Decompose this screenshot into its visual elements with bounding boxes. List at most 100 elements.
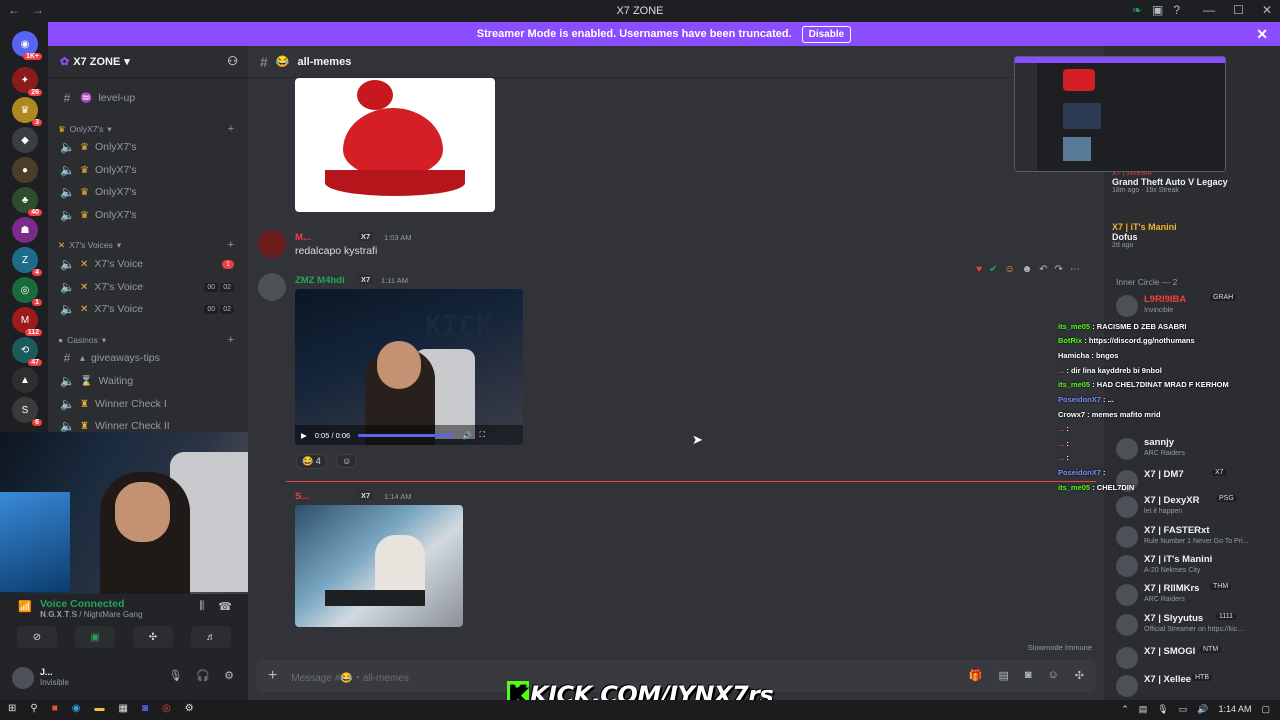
server-icon[interactable]: ✦ 26 — [12, 67, 42, 96]
voice-channel[interactable]: 🔈 ♛ OnlyX7's — [56, 160, 240, 180]
microphone-icon[interactable]: 🎙 — [1157, 704, 1168, 715]
inbox-icon[interactable]: ▣ — [1152, 3, 1163, 17]
check-reaction-icon[interactable]: ✔ — [989, 264, 997, 275]
voice-subtitle[interactable]: 𝐍.𝐆.𝐗.𝐓.𝐒 / NightMare Gang — [40, 610, 142, 620]
avatar[interactable] — [258, 230, 286, 258]
voice-channel[interactable]: 🔈 ⌛ Waiting — [56, 371, 240, 391]
voice-channel[interactable]: 🔈 ♛ OnlyX7's — [56, 182, 240, 202]
server-icon[interactable]: ♣ 40 — [12, 187, 42, 216]
folder-icon[interactable]: ▬ — [95, 703, 105, 714]
add-channel-icon[interactable]: + — [228, 239, 234, 251]
gif-icon[interactable]: ▤ — [998, 669, 1008, 682]
disable-button[interactable]: Disable — [801, 25, 852, 43]
avatar[interactable] — [1116, 295, 1138, 317]
search-icon[interactable]: ⚲ — [30, 703, 37, 714]
close-window-button[interactable]: ✕ — [1262, 3, 1272, 17]
home-button[interactable]: ◉ 1K+ — [12, 31, 42, 60]
message-image[interactable] — [295, 505, 463, 627]
voice-channel[interactable]: 🔈 ✕ X7's Voice 00 02 — [56, 299, 240, 319]
windows-start-icon[interactable]: ⊞ — [8, 703, 16, 714]
activity-card[interactable]: X7 | JWESI4 Grand Theft Auto V Legacy 18… — [1112, 170, 1278, 194]
member-item[interactable]: X7 | RllMKrs THM ARC Raiders — [1112, 581, 1278, 609]
discord-icon[interactable]: ◙ — [142, 703, 148, 714]
attach-plus-icon[interactable]: + — [268, 667, 277, 685]
stream-preview[interactable] — [1014, 56, 1226, 172]
screen-share-button[interactable]: ▣ — [75, 626, 115, 648]
leaf-icon[interactable]: ❧ — [1132, 3, 1142, 17]
gift-icon[interactable]: 🎁 — [969, 669, 983, 682]
avatar[interactable] — [258, 273, 286, 301]
avatar[interactable] — [1116, 675, 1138, 697]
server-header[interactable]: ✿ X7 ZONE ▾ ⚇ — [48, 46, 248, 78]
server-icon[interactable]: M 112 — [12, 307, 42, 336]
camera-off-button[interactable]: ⊘ — [17, 626, 57, 648]
video-player[interactable]: KICK ▶ 0:05 / 0:06 🔊 ⛶ — [295, 289, 523, 445]
message-author[interactable]: M... — [295, 232, 311, 243]
server-icon[interactable]: Z4 — [12, 247, 42, 276]
chrome-icon[interactable]: ◎ — [162, 703, 171, 714]
activity-card[interactable]: X7 | iT's Manini Dofus 2d ago — [1112, 222, 1278, 249]
server-icon[interactable]: ♛ 3 — [12, 97, 42, 126]
reaction-pill[interactable]: 😂 4 — [296, 454, 327, 469]
apps-icon[interactable]: ✣ — [1075, 669, 1084, 682]
server-icon[interactable]: ☗ — [12, 217, 38, 243]
avatar[interactable] — [1116, 584, 1138, 606]
channel-level-up[interactable]: # ♒ level-up — [56, 88, 240, 108]
server-icon[interactable]: S6 — [12, 397, 42, 426]
member-item[interactable]: L9RI9IBA GRAH Invincible — [1112, 292, 1278, 320]
network-icon[interactable]: ▭ — [1179, 704, 1188, 715]
notifications-icon[interactable]: ▢ — [1261, 704, 1270, 715]
forward-arrow-icon[interactable]: → — [32, 3, 44, 17]
tray-chevron-icon[interactable]: ⌃ — [1121, 704, 1129, 715]
close-icon[interactable]: ✕ — [1256, 26, 1268, 43]
clock[interactable]: 1:14 AM — [1218, 704, 1251, 715]
avatar[interactable] — [1116, 526, 1138, 548]
heart-reaction-icon[interactable]: ♥ — [976, 264, 982, 275]
server-icon[interactable]: ⟲ 47 — [12, 337, 42, 366]
add-reaction-button[interactable]: ☺ — [336, 454, 358, 468]
voice-channel[interactable]: 🔈 ♜ Winner Check I — [56, 394, 240, 414]
sticker-icon[interactable]: ◙ — [1025, 669, 1032, 682]
add-channel-icon[interactable]: + — [228, 334, 234, 346]
member-item[interactable]: X7 | SMOGI NTM — [1112, 644, 1278, 672]
volume-icon[interactable]: 🔊 — [1197, 704, 1208, 715]
disconnect-icon[interactable]: ☎ — [218, 600, 232, 613]
voice-channel[interactable]: 🔈 ✕ X7's Voice 1 — [56, 254, 240, 274]
avatar[interactable] — [1116, 555, 1138, 577]
noise-suppression-icon[interactable]: ⫼ — [199, 600, 204, 613]
help-icon[interactable]: ? — [1173, 3, 1180, 17]
avatar[interactable] — [1116, 647, 1138, 669]
volume-icon[interactable]: 🔊 — [462, 431, 471, 440]
member-item[interactable]: X7 | Slyyutus 1111 Official Streamer on ht… — [1112, 611, 1278, 639]
more-icon[interactable]: ⋯ — [1070, 264, 1080, 275]
microphone-icon[interactable]: 🎙 — [168, 669, 182, 682]
headphones-icon[interactable]: 🎧 — [196, 669, 210, 682]
avatar[interactable] — [1116, 496, 1138, 518]
tray-icon[interactable]: ▤ — [1139, 704, 1148, 715]
voice-channel[interactable]: 🔈 ♛ OnlyX7's — [56, 205, 240, 225]
gear-icon[interactable]: ⚙ — [224, 669, 234, 682]
message-input[interactable]: Message #😂・all-memes — [291, 669, 409, 684]
add-reaction-icon[interactable]: ☻ — [1022, 264, 1033, 275]
reply-icon[interactable]: ↶ — [1039, 264, 1047, 275]
member-item[interactable]: X7 | Xellee HTB — [1112, 672, 1278, 700]
server-icon[interactable]: ◎ 1 — [12, 277, 42, 306]
minimize-button[interactable]: — — [1203, 3, 1215, 17]
app-icon[interactable]: ⚙ — [185, 703, 194, 714]
maximize-button[interactable]: ☐ — [1233, 3, 1244, 17]
fullscreen-icon[interactable]: ⛶ — [480, 430, 485, 440]
channel-giveaways-tips[interactable]: # ▴ giveaways-tips — [56, 348, 240, 368]
app-icon[interactable]: ■ — [52, 703, 58, 714]
message-author[interactable]: S... — [295, 491, 309, 502]
play-icon[interactable]: ▶ — [301, 431, 307, 440]
video-progress[interactable] — [358, 433, 455, 437]
laugh-reaction-icon[interactable]: ☺ — [1004, 264, 1014, 275]
category-x7-voices[interactable]: ✕ X7's Voices ▾ + — [58, 237, 238, 253]
voice-channel[interactable]: 🔈 ♛ OnlyX7's — [56, 137, 240, 157]
voice-channel[interactable]: 🔈 ✕ X7's Voice 00 02 — [56, 277, 240, 297]
member-item[interactable]: X7 | iT's Manini A-20 Nekmes City — [1112, 552, 1278, 580]
app-icon[interactable]: ▦ — [119, 703, 128, 714]
message-author[interactable]: ZMZ M4hdi — [295, 275, 345, 286]
category-casinos[interactable]: ● Casinos ▾ + — [58, 332, 238, 348]
server-icon[interactable]: ● — [12, 157, 38, 183]
